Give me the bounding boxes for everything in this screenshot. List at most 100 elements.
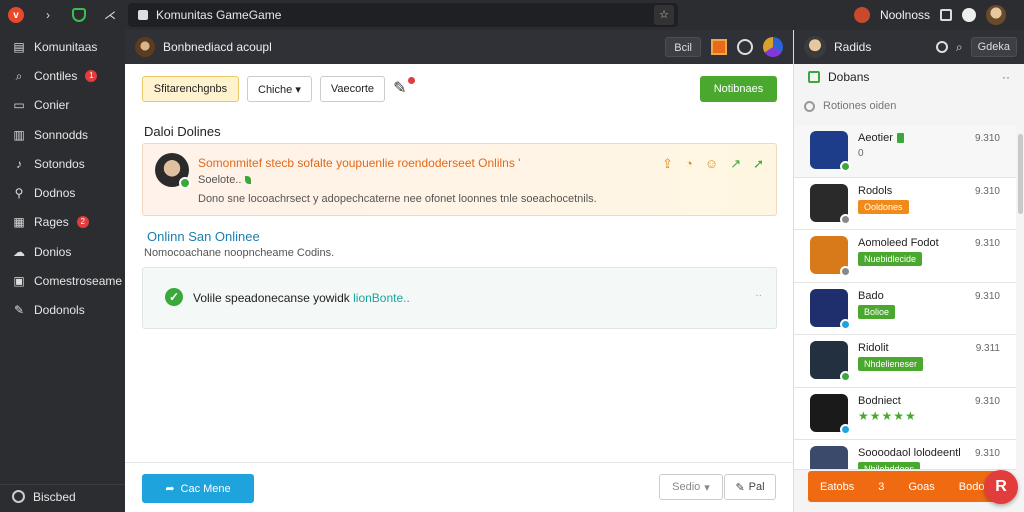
chevron-down-icon: ▾	[704, 481, 710, 494]
settings-icon[interactable]	[962, 8, 976, 22]
sidebar-item-label: Komunitaas	[34, 40, 97, 54]
pin-icon[interactable]: ✎	[393, 79, 413, 99]
list-item[interactable]: Bado Bolioe 9.310	[794, 283, 1016, 336]
scrollbar-thumb[interactable]	[1018, 134, 1023, 214]
success-link[interactable]: lionBonte..	[353, 291, 410, 305]
game-thumbnail	[810, 289, 848, 327]
secondary-button[interactable]: Vaecorte	[320, 76, 385, 102]
action-count: 3	[878, 481, 884, 493]
sort-label: Rotiones oiden	[823, 100, 896, 112]
more-icon[interactable]: ··	[1002, 70, 1010, 84]
sidebar-item-rages[interactable]: ▦ Rages 2	[0, 208, 125, 237]
sidebar-item-label: Donios	[34, 245, 71, 259]
frame-icon[interactable]	[711, 39, 727, 55]
bookmark-icon[interactable]: ☆	[654, 5, 674, 25]
list-item[interactable]: Aomoleed Fodot Nuebidlecide 9.310	[794, 230, 1016, 283]
filter-button[interactable]: Sfitarenchgnbs	[142, 76, 239, 102]
chart-icon[interactable]: ↗	[730, 156, 741, 172]
pen-icon: ✎	[735, 481, 744, 494]
list-item[interactable]: Rodols Ooldones 9.310	[794, 178, 1016, 231]
profile-avatar[interactable]	[986, 5, 1006, 25]
status-badge: Nhdelieneser	[858, 357, 923, 371]
browser-icon[interactable]	[763, 37, 783, 57]
section-select[interactable]: Sedio ▾	[659, 474, 723, 500]
alert-title: Somonmitef stecb sofalte youpuenlie roen…	[198, 156, 520, 170]
timer-icon[interactable]: ◔	[685, 156, 693, 172]
list-item[interactable]: Ridolit Nhdelieneser 9.311	[794, 335, 1016, 388]
alert-body: Dono sne locoachrsect y adopechcaterne n…	[198, 193, 597, 205]
status-badge: Bolioe	[858, 305, 895, 319]
sidebar-item-label: Sonnodds	[34, 128, 88, 142]
alert-dot	[408, 77, 415, 84]
notification-badge: 1	[85, 70, 97, 82]
user-name[interactable]: Noolnoss	[880, 8, 930, 22]
check-icon: ✓	[165, 288, 183, 306]
right-panel-action-bar[interactable]: Eatobs 3 Goas Bodos	[808, 471, 1002, 502]
floating-action-button[interactable]: R	[984, 470, 1018, 504]
status-ring-icon[interactable]	[936, 41, 948, 53]
smile-icon[interactable]: ☺	[705, 156, 718, 172]
sidebar-item-contiles[interactable]: ⌕ Contiles 1	[0, 61, 125, 90]
header-actions: Bcil	[665, 37, 783, 57]
pin-icon[interactable]: ⋌	[102, 8, 118, 22]
sort-icon	[804, 101, 815, 112]
status-badge: Ooldones	[858, 200, 909, 214]
sidebar-item-komunitaas[interactable]: ▤ Komunitaas	[0, 32, 125, 61]
action-label-mid[interactable]: Goas	[908, 481, 934, 493]
user-avatar-icon[interactable]	[854, 7, 870, 23]
toolbar: Sfitarenchgnbs Chiche ▾ Vaecorte ✎	[142, 76, 413, 102]
pin-button[interactable]: ✎ Pal	[724, 474, 776, 500]
shield-icon[interactable]	[72, 8, 86, 22]
sidebar-footer[interactable]: Biscbed	[0, 484, 125, 508]
dropdown-button[interactable]: Chiche ▾	[247, 76, 312, 102]
compose-button[interactable]: ➦ Cac Mene	[142, 474, 254, 503]
right-header-button[interactable]: Gdeka	[971, 37, 1017, 57]
sidebar-item-comestroseame[interactable]: ▣ Comestroseame	[0, 266, 125, 295]
bag-icon	[808, 71, 820, 83]
refresh-icon[interactable]	[737, 39, 753, 55]
app-logo-icon[interactable]: v	[8, 7, 24, 23]
upload-icon[interactable]: ⇪	[662, 156, 673, 172]
alert-subtitle: Soelote..	[198, 174, 251, 186]
window-controls: v › ⋌	[0, 7, 125, 23]
sidebar-item-label: Sotondos	[34, 157, 85, 171]
primary-action-button[interactable]: Notibnaes	[700, 76, 777, 102]
online-section-subtitle: Nomocoachane noopncheame Codins.	[144, 247, 334, 259]
list-item[interactable]: Aeotier 0 9.310	[794, 125, 1016, 178]
game-thumbnail	[810, 341, 848, 379]
alert-actions: ⇪ ◔ ☺ ↗ ➚	[662, 156, 764, 172]
top-bar: v › ⋌ Komunitas GameGame ☆ Noolnoss	[0, 0, 1024, 30]
forward-icon[interactable]: ›	[40, 8, 56, 22]
sidebar-item-conier[interactable]: ▭ Conier	[0, 91, 125, 120]
list-item-time: 9.310	[975, 448, 1000, 459]
group-avatar[interactable]	[135, 37, 155, 57]
more-icon[interactable]: ··	[755, 290, 762, 301]
main-header: Bonbnediacd acoupl Bcil	[125, 30, 793, 64]
contact-avatar[interactable]	[804, 36, 826, 58]
address-bar[interactable]: Komunitas GameGame ☆	[128, 3, 678, 27]
sidebar-item-dodonols[interactable]: ✎ Dodonols	[0, 296, 125, 325]
arrow-icon: ➦	[165, 482, 174, 495]
action-label-left[interactable]: Eatobs	[820, 481, 854, 493]
window-icon[interactable]	[940, 9, 952, 21]
sidebar-item-sotondos[interactable]: ♪ Sotondos	[0, 149, 125, 178]
scrollbar[interactable]	[1016, 126, 1024, 376]
list-item[interactable]: Soooodaol lolodeentl Nhilehddoes 9.310	[794, 440, 1016, 470]
sidebar-item-sonnodds[interactable]: ▥ Sonnodds	[0, 120, 125, 149]
header-button[interactable]: Bcil	[665, 37, 701, 57]
alert-card[interactable]: Somonmitef stecb sofalte youpuenlie roen…	[142, 143, 777, 216]
arrow-icon[interactable]: ➚	[753, 156, 764, 172]
sort-control[interactable]: Rotiones oiden	[804, 100, 896, 112]
sidebar-footer-label: Biscbed	[33, 490, 76, 504]
right-panel-title: Dobans	[808, 70, 869, 84]
list-item[interactable]: Bodniect ★★★★★ 9.310	[794, 388, 1016, 441]
sidebar-item-donios[interactable]: ☁ Donios	[0, 237, 125, 266]
status-ring-icon	[12, 490, 25, 503]
notification-badge: 2	[77, 216, 89, 228]
game-thumbnail	[810, 131, 848, 169]
search-icon[interactable]: ⌕	[956, 40, 963, 55]
list-item-time: 9.311	[976, 343, 1000, 354]
list-item-meta: 0	[858, 148, 1016, 159]
success-card[interactable]: ✓ Volile speadonecanse yowidk lionBonte.…	[142, 267, 777, 329]
sidebar-item-dodnos[interactable]: ⚲ Dodnos	[0, 178, 125, 207]
